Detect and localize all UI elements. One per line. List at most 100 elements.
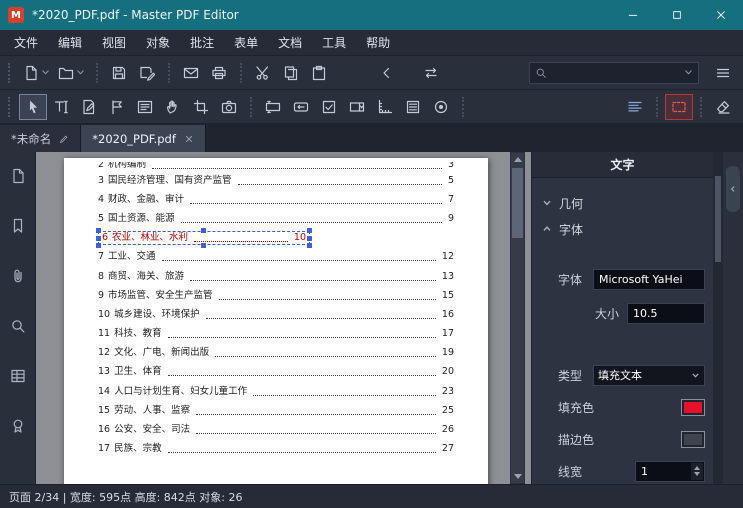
form-editor-button[interactable]	[131, 94, 159, 120]
selection-handle[interactable]	[307, 228, 312, 234]
toc-entry[interactable]: 12 文化、广电、新闻出版 19	[98, 344, 454, 363]
stroke-color-swatch[interactable]	[681, 430, 705, 448]
panel-scrollbar-thumb[interactable]	[715, 176, 721, 262]
toc-entry[interactable]: 3 国民经济管理、国有资产监管 5	[98, 171, 454, 190]
menu-item[interactable]: 文件	[4, 30, 48, 55]
toc-page-number: 10	[293, 232, 306, 244]
toc-entry[interactable]: 11 科技、教育 17	[98, 325, 454, 344]
close-button[interactable]	[699, 0, 743, 30]
checkbox-tool-button[interactable]	[315, 94, 343, 120]
open-document-button[interactable]	[54, 60, 89, 86]
scroll-down-button[interactable]	[511, 470, 524, 483]
save-as-button[interactable]	[133, 60, 161, 86]
menu-item[interactable]: 编辑	[48, 30, 92, 55]
minimize-button[interactable]	[611, 0, 655, 30]
toc-page-number: 17	[441, 328, 454, 340]
cut-button[interactable]	[249, 60, 277, 86]
menu-item[interactable]: 批注	[180, 30, 224, 55]
menu-item[interactable]: 工具	[312, 30, 356, 55]
toc-entry[interactable]: 6 农业、林业、水利 10	[96, 228, 454, 249]
selection-handle[interactable]	[96, 243, 101, 249]
search-box[interactable]	[529, 61, 699, 84]
line-width-input[interactable]: 1	[635, 460, 705, 482]
chevron-down-icon[interactable]	[684, 68, 693, 77]
save-button[interactable]	[105, 60, 133, 86]
panel-scrollbar[interactable]	[713, 152, 723, 484]
eraser-tool-button[interactable]	[709, 94, 737, 120]
page-arrange-button[interactable]	[417, 60, 445, 86]
close-tab-icon[interactable]	[184, 134, 194, 144]
toc-entry[interactable]: 8 商贸、海关、旅游 13	[98, 267, 454, 286]
toc-entry[interactable]: 17 民族、宗教 27	[98, 440, 454, 459]
object-select-tool-button[interactable]	[103, 94, 131, 120]
sidebar-item-thumbnails[interactable]	[1, 156, 35, 196]
document-tab[interactable]: *2020_PDF.pdf	[81, 125, 206, 152]
sidebar-item-forms[interactable]	[1, 356, 35, 396]
sidebar-item-bookmarks[interactable]	[1, 206, 35, 246]
combo-box-tool-button[interactable]	[343, 94, 371, 120]
list-box-tool-button[interactable]	[399, 94, 427, 120]
crop-tool-button[interactable]	[187, 94, 215, 120]
selection-handle[interactable]	[201, 228, 206, 234]
hand-tool-button[interactable]	[159, 94, 187, 120]
edit-document-tool-button[interactable]	[75, 94, 103, 120]
menu-item[interactable]: 帮助	[356, 30, 400, 55]
toolbar-drag-handle[interactable]	[8, 96, 13, 117]
selection-handle[interactable]	[307, 236, 312, 242]
font-size-input[interactable]: 10.5	[627, 302, 705, 324]
toc-entry[interactable]: 16 公安、安全、司法 26	[98, 420, 454, 439]
email-button[interactable]	[177, 60, 205, 86]
align-tool-button[interactable]	[621, 94, 649, 120]
sidebar-item-search[interactable]	[1, 306, 35, 346]
scroll-up-button[interactable]	[511, 153, 524, 166]
measure-tool-button[interactable]	[371, 94, 399, 120]
toc-entry[interactable]: 10 城乡建设、环境保护 16	[98, 305, 454, 324]
toc-entry[interactable]: 2 机构编制 3	[98, 162, 454, 171]
toc-entry[interactable]: 14 人口与计划生育、妇女儿童工作 23	[98, 382, 454, 401]
toc-entry[interactable]: 13 卫生、体育 20	[98, 363, 454, 382]
menu-item[interactable]: 文档	[268, 30, 312, 55]
selection-handle[interactable]	[307, 243, 312, 249]
type-combobox[interactable]: 填充文本	[593, 364, 705, 386]
toc-entry[interactable]: 15 劳动、人事、监察 25	[98, 401, 454, 420]
section-font[interactable]: 字体	[532, 216, 713, 242]
cut-icon	[255, 65, 271, 81]
menu-item[interactable]: 表单	[224, 30, 268, 55]
undo-button[interactable]	[373, 60, 401, 86]
search-input[interactable]	[551, 65, 680, 80]
toolbar-drag-handle[interactable]	[8, 62, 13, 83]
menu-item[interactable]: 视图	[92, 30, 136, 55]
chevron-up-icon	[542, 224, 552, 234]
select-tool-button[interactable]	[19, 93, 47, 120]
edit-text-tool-button[interactable]	[47, 94, 75, 120]
selection-handle[interactable]	[201, 243, 206, 249]
toolbar-menu-button[interactable]	[709, 60, 737, 86]
menu-item[interactable]: 对象	[136, 30, 180, 55]
selection-handle[interactable]	[96, 236, 101, 242]
section-geometry[interactable]: 几何	[532, 190, 713, 216]
scrollbar-thumb[interactable]	[512, 168, 523, 238]
toc-entry[interactable]: 5 国土资源、能源 9	[98, 209, 454, 228]
panel-collapse-handle[interactable]	[726, 166, 740, 212]
toc-entry[interactable]: 7 工业、交通 12	[98, 248, 454, 267]
print-button[interactable]	[205, 60, 233, 86]
vertical-scrollbar[interactable]	[510, 152, 525, 484]
selection-handle[interactable]	[96, 228, 101, 234]
new-document-button[interactable]	[19, 60, 54, 86]
copy-button[interactable]	[277, 60, 305, 86]
toc-entry[interactable]: 4 财政、金融、审计 7	[98, 190, 454, 209]
text-field-tool-button[interactable]	[259, 94, 287, 120]
toc-entry[interactable]: 9 市场监管、安全生产监管 15	[98, 286, 454, 305]
paste-button[interactable]	[305, 60, 333, 86]
radio-button-tool-button[interactable]	[427, 94, 455, 120]
snapshot-tool-button[interactable]	[215, 94, 243, 120]
annotation-rect-tool-button[interactable]	[665, 93, 693, 120]
sidebar-item-attachments[interactable]	[1, 256, 35, 296]
push-button-tool-button[interactable]	[287, 94, 315, 120]
font-family-input[interactable]: Microsoft YaHei	[593, 268, 705, 290]
fill-color-swatch[interactable]	[681, 398, 705, 416]
maximize-button[interactable]	[655, 0, 699, 30]
sidebar-item-signatures[interactable]	[1, 406, 35, 446]
document-tab[interactable]: *未命名	[0, 125, 82, 152]
spinner-buttons[interactable]	[691, 462, 703, 480]
